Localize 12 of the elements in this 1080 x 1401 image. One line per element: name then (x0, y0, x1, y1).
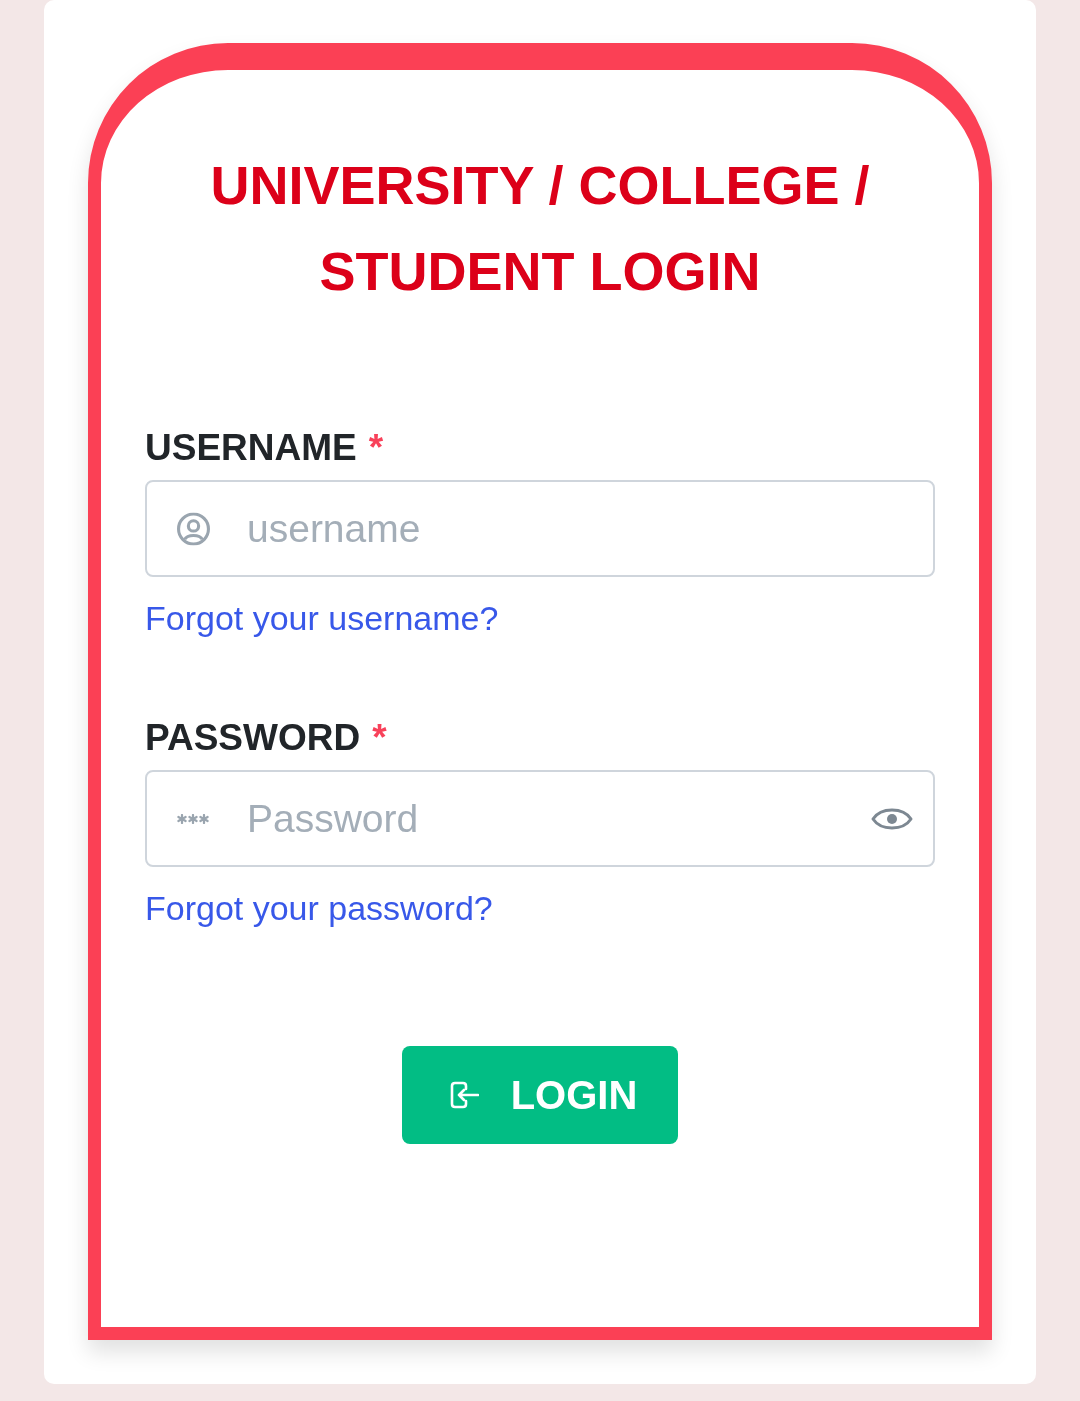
user-circle-icon (177, 512, 210, 545)
username-field[interactable]: username (145, 480, 935, 577)
forgot-link[interactable]: Forgot your password? (145, 887, 493, 929)
forgot-link[interactable]: Forgot your username? (145, 597, 499, 639)
password-field[interactable]: Password (145, 770, 935, 867)
asterisks-icon (177, 813, 209, 824)
sign-in-icon (448, 1080, 479, 1110)
login-title: UNIVERSITY / COLLEGE / STUDENT LOGIN (209, 154, 871, 303)
required-asterisk: * (372, 716, 387, 760)
field-label: PASSWORD (145, 716, 361, 760)
field-label: USERNAME (145, 426, 357, 470)
required-asterisk: * (368, 426, 384, 470)
